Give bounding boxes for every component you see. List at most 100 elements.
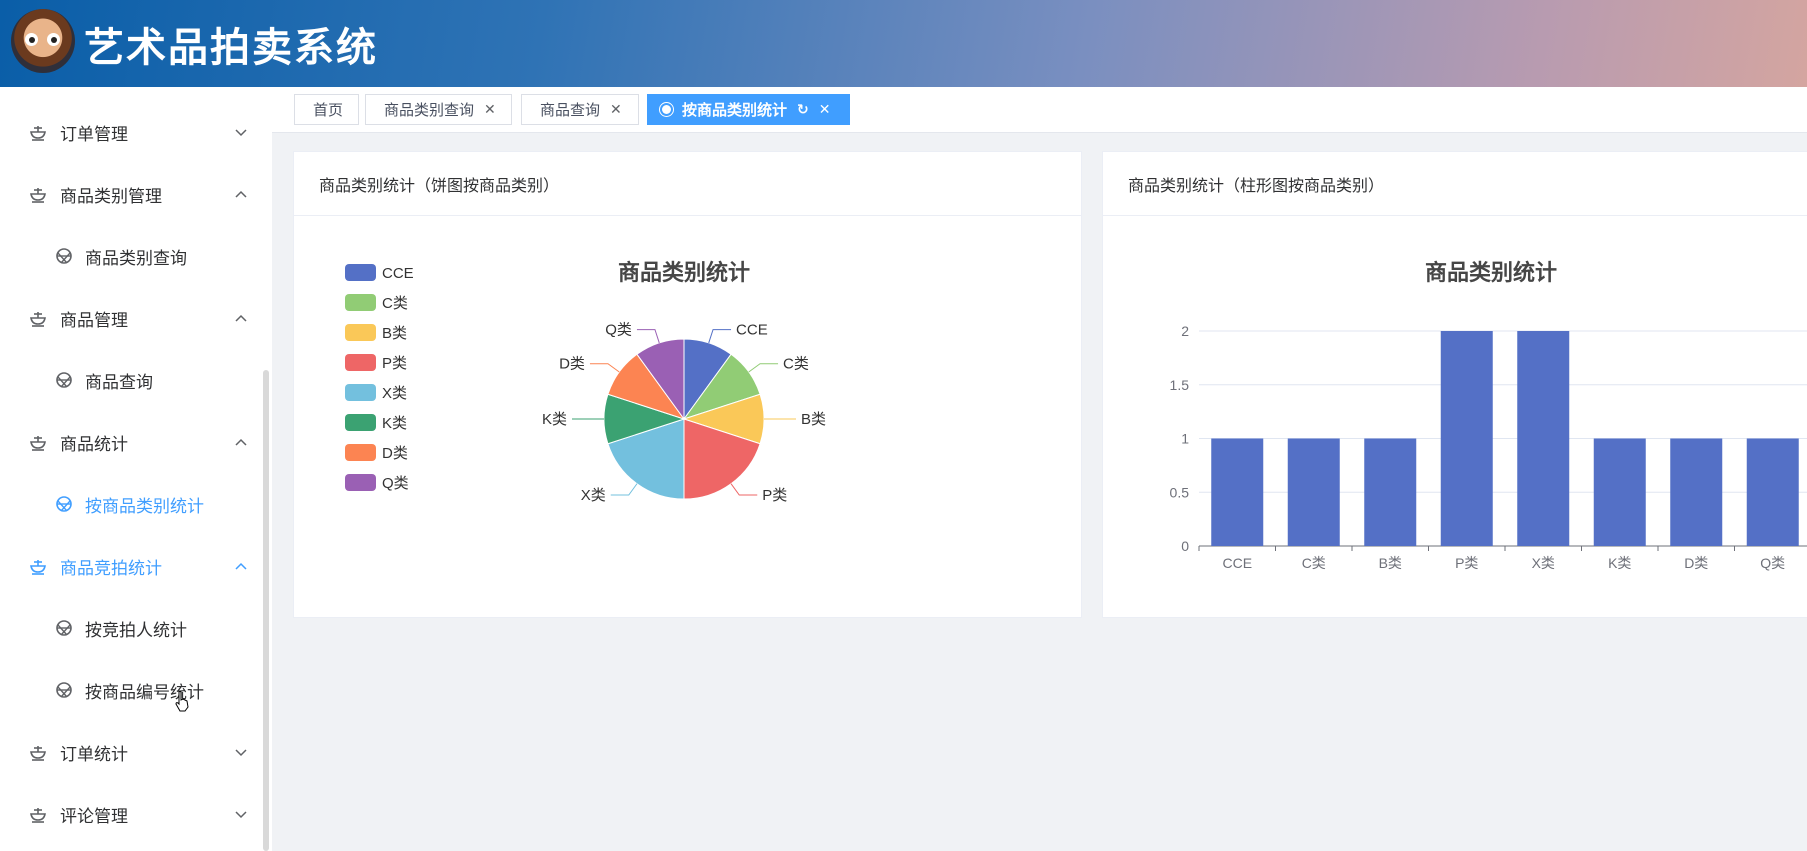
- sidebar-item-6[interactable]: 商品统计: [0, 411, 262, 473]
- bar[interactable]: [1670, 438, 1723, 547]
- tab-label: 按商品类别统计: [682, 101, 788, 119]
- chevron-up-icon: [233, 310, 249, 326]
- bowl-icon: [29, 805, 47, 823]
- sidebar-item-label: 商品管理: [60, 310, 128, 331]
- x-tick-label: D类: [1684, 555, 1708, 571]
- sidebar-item-1[interactable]: 订单管理: [0, 101, 262, 163]
- bowl-icon: [29, 743, 47, 761]
- legend-swatch[interactable]: [345, 414, 376, 431]
- sidebar-item-label: 商品类别管理: [60, 186, 162, 207]
- pie-chart-card: 商品类别统计（饼图按商品类别） 商品类别统计 CCE C类 B类 P类 X类 K类 D类 Q类 C…: [293, 151, 1082, 618]
- pie-chart: 商品类别统计 CCE C类 B类 P类 X类 K类 D类 Q类 CCE C类 B类 P类 X类 K类 D类 Q类: [345, 260, 826, 504]
- tab-1[interactable]: 首页: [294, 94, 359, 125]
- chevron-down-icon: [233, 744, 249, 760]
- legend-label[interactable]: C类: [382, 295, 408, 312]
- x-tick-label: P类: [1455, 555, 1478, 571]
- pie-chart-title: 商品类别统计: [618, 260, 750, 285]
- pie-label-line: [730, 483, 758, 496]
- tab-3[interactable]: 商品查询 ✕: [521, 94, 639, 125]
- chevron-up-icon: [233, 558, 249, 574]
- sidebar-item-label: 订单管理: [60, 124, 128, 145]
- bar[interactable]: [1746, 438, 1799, 547]
- sidebar-item-5[interactable]: 商品查询: [0, 349, 262, 411]
- legend-swatch[interactable]: [345, 264, 376, 281]
- legend-label[interactable]: X类: [382, 385, 407, 402]
- pie-slice-label: D类: [559, 356, 585, 373]
- sidebar-item-3[interactable]: 商品类别查询: [0, 225, 262, 287]
- bar-chart-title: 商品类别统计: [1425, 260, 1557, 285]
- close-icon[interactable]: ✕: [819, 102, 831, 118]
- refresh-icon[interactable]: ↻: [797, 102, 809, 118]
- y-tick-label: 0: [1181, 538, 1189, 554]
- pie-label-line: [748, 363, 779, 373]
- aperture-icon: [55, 619, 73, 637]
- legend-label[interactable]: K类: [382, 415, 407, 432]
- legend-swatch[interactable]: [345, 354, 376, 371]
- close-icon[interactable]: ✕: [610, 102, 622, 118]
- bar[interactable]: [1440, 331, 1493, 546]
- logo-avatar: [11, 9, 75, 73]
- y-tick-label: 1: [1181, 431, 1189, 447]
- legend-swatch[interactable]: [345, 474, 376, 491]
- bar-card-header: 商品类别统计（柱形图按商品类别）: [1103, 152, 1807, 216]
- bar[interactable]: [1593, 438, 1646, 547]
- x-tick-label: CCE: [1222, 555, 1252, 571]
- tab-label: 商品查询: [540, 101, 601, 119]
- bar[interactable]: [1211, 438, 1264, 547]
- chevron-up-icon: [233, 434, 249, 450]
- bowl-icon: [29, 557, 47, 575]
- tab-bar: 首页 商品类别查询 ✕ 商品查询 ✕ 按商品类别统计 ↻ ✕: [272, 87, 1807, 133]
- tab-2[interactable]: 商品类别查询 ✕: [365, 94, 512, 125]
- pie-slice-label: K类: [542, 411, 567, 428]
- aperture-icon: [55, 371, 73, 389]
- bar-chart-card: 商品类别统计（柱形图按商品类别） 商品类别统计 0 0.5 1 1.5 2 CCE C类 B类 P…: [1102, 151, 1807, 618]
- sidebar-scrollbar[interactable]: [263, 370, 269, 851]
- header-bar: 艺术品拍卖系统: [0, 0, 1807, 87]
- pie-label-line: [610, 483, 638, 496]
- sidebar-item-10[interactable]: 按商品编号统计: [0, 659, 262, 721]
- legend-swatch[interactable]: [345, 294, 376, 311]
- close-icon[interactable]: ✕: [484, 102, 496, 118]
- sidebar-item-label: 订单统计: [60, 744, 128, 765]
- x-tick-label: Q类: [1760, 555, 1785, 571]
- pie-slice-label: CCE: [736, 322, 768, 339]
- sidebar-item-label: 商品类别查询: [85, 248, 187, 269]
- sidebar-item-label: 商品竞拍统计: [60, 558, 162, 579]
- aperture-icon: [55, 681, 73, 699]
- legend-label[interactable]: CCE: [382, 265, 414, 282]
- active-dot-icon: [662, 105, 671, 114]
- chevron-down-icon: [233, 806, 249, 822]
- legend-swatch[interactable]: [345, 324, 376, 341]
- bar[interactable]: [1517, 331, 1570, 546]
- legend-swatch[interactable]: [345, 444, 376, 461]
- mouse-cursor-icon: [174, 690, 190, 716]
- legend-label[interactable]: B类: [382, 325, 407, 342]
- pie-label-line: [589, 363, 620, 373]
- bar[interactable]: [1287, 438, 1340, 547]
- pie-slice-label: B类: [801, 411, 826, 428]
- sidebar-item-label: 评论管理: [60, 806, 128, 827]
- bar[interactable]: [1364, 438, 1417, 547]
- pie-label-line: [636, 329, 660, 344]
- bowl-icon: [29, 309, 47, 327]
- chevron-down-icon: [233, 124, 249, 140]
- x-tick-label: C类: [1302, 555, 1326, 571]
- sidebar-item-label: 按商品类别统计: [85, 496, 204, 517]
- y-tick-label: 2: [1181, 323, 1189, 339]
- legend-swatch[interactable]: [345, 384, 376, 401]
- x-tick-label: X类: [1532, 555, 1555, 571]
- y-tick-label: 0.5: [1170, 484, 1190, 500]
- legend-label[interactable]: P类: [382, 355, 407, 372]
- aperture-icon: [55, 247, 73, 265]
- sidebar-item-12[interactable]: 评论管理: [0, 783, 262, 845]
- tab-4[interactable]: 按商品类别统计 ↻ ✕: [647, 94, 850, 125]
- sidebar-item-11[interactable]: 订单统计: [0, 721, 262, 783]
- legend-label[interactable]: D类: [382, 445, 408, 462]
- sidebar-item-8[interactable]: 商品竞拍统计: [0, 535, 262, 597]
- sidebar-item-7[interactable]: 按商品类别统计: [0, 473, 262, 535]
- sidebar-item-9[interactable]: 按竞拍人统计: [0, 597, 262, 659]
- legend-label[interactable]: Q类: [382, 475, 409, 492]
- sidebar-item-2[interactable]: 商品类别管理: [0, 163, 262, 225]
- sidebar-item-4[interactable]: 商品管理: [0, 287, 262, 349]
- pie-slice-label: C类: [783, 356, 809, 373]
